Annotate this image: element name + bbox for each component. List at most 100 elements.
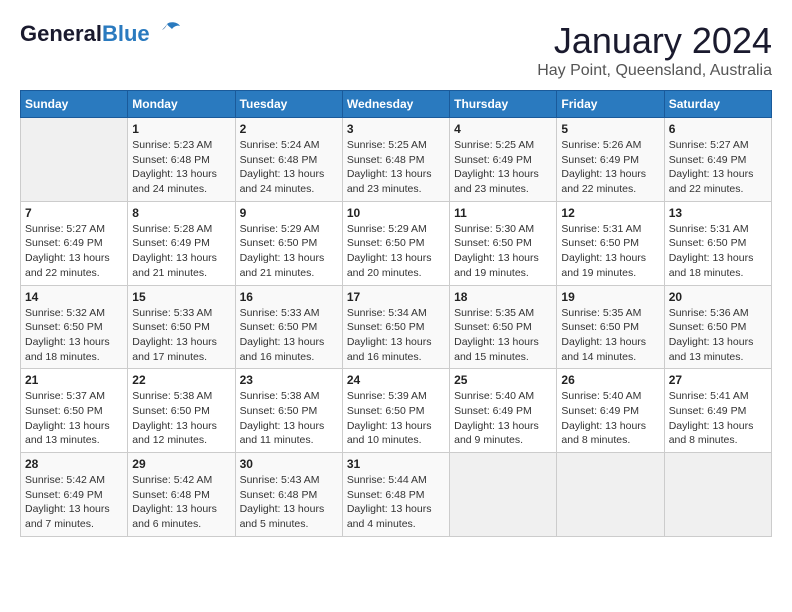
day-info: Sunrise: 5:38 AM Sunset: 6:50 PM Dayligh… bbox=[132, 389, 230, 448]
day-info: Sunrise: 5:38 AM Sunset: 6:50 PM Dayligh… bbox=[240, 389, 338, 448]
table-cell: 25 Sunrise: 5:40 AM Sunset: 6:49 PM Dayli… bbox=[450, 369, 557, 453]
col-saturday: Saturday bbox=[664, 91, 771, 118]
table-cell: 14 Sunrise: 5:32 AM Sunset: 6:50 PM Dayli… bbox=[21, 285, 128, 369]
day-info: Sunrise: 5:33 AM Sunset: 6:50 PM Dayligh… bbox=[132, 306, 230, 365]
day-info: Sunrise: 5:26 AM Sunset: 6:49 PM Dayligh… bbox=[561, 138, 659, 197]
day-info: Sunrise: 5:40 AM Sunset: 6:49 PM Dayligh… bbox=[454, 389, 552, 448]
day-info: Sunrise: 5:34 AM Sunset: 6:50 PM Dayligh… bbox=[347, 306, 445, 365]
table-cell: 1Sunrise: 5:23 AM Sunset: 6:48 PM Daylig… bbox=[128, 118, 235, 202]
day-number: 25 bbox=[454, 373, 552, 387]
table-cell: 26 Sunrise: 5:40 AM Sunset: 6:49 PM Dayli… bbox=[557, 369, 664, 453]
logo-bird-icon bbox=[152, 20, 182, 48]
day-number: 13 bbox=[669, 206, 767, 220]
col-tuesday: Tuesday bbox=[235, 91, 342, 118]
day-number: 4 bbox=[454, 122, 552, 136]
day-number: 27 bbox=[669, 373, 767, 387]
table-cell: 21Sunrise: 5:37 AM Sunset: 6:50 PM Dayli… bbox=[21, 369, 128, 453]
table-cell: 27 Sunrise: 5:41 AM Sunset: 6:49 PM Dayli… bbox=[664, 369, 771, 453]
day-number: 2 bbox=[240, 122, 338, 136]
table-cell: 7Sunrise: 5:27 AM Sunset: 6:49 PM Daylig… bbox=[21, 201, 128, 285]
table-cell bbox=[450, 453, 557, 537]
table-cell: 4 Sunrise: 5:25 AM Sunset: 6:49 PM Daylig… bbox=[450, 118, 557, 202]
day-info: Sunrise: 5:41 AM Sunset: 6:49 PM Dayligh… bbox=[669, 389, 767, 448]
day-info: Sunrise: 5:35 AM Sunset: 6:50 PM Dayligh… bbox=[454, 306, 552, 365]
day-info: Sunrise: 5:37 AM Sunset: 6:50 PM Dayligh… bbox=[25, 389, 123, 448]
logo: GeneralBlue bbox=[20, 20, 182, 48]
table-cell: 23 Sunrise: 5:38 AM Sunset: 6:50 PM Dayli… bbox=[235, 369, 342, 453]
day-number: 11 bbox=[454, 206, 552, 220]
table-cell: 3 Sunrise: 5:25 AM Sunset: 6:48 PM Daylig… bbox=[342, 118, 449, 202]
calendar-subtitle: Hay Point, Queensland, Australia bbox=[537, 62, 772, 80]
table-cell: 5 Sunrise: 5:26 AM Sunset: 6:49 PM Daylig… bbox=[557, 118, 664, 202]
logo-general: General bbox=[20, 21, 102, 46]
day-number: 1 bbox=[132, 122, 230, 136]
table-cell: 11Sunrise: 5:30 AM Sunset: 6:50 PM Dayli… bbox=[450, 201, 557, 285]
calendar-week-2: 7Sunrise: 5:27 AM Sunset: 6:49 PM Daylig… bbox=[21, 201, 772, 285]
logo-text: GeneralBlue bbox=[20, 21, 150, 47]
day-info: Sunrise: 5:28 AM Sunset: 6:49 PM Dayligh… bbox=[132, 222, 230, 281]
day-info: Sunrise: 5:25 AM Sunset: 6:49 PM Dayligh… bbox=[454, 138, 552, 197]
table-cell: 9Sunrise: 5:29 AM Sunset: 6:50 PM Daylig… bbox=[235, 201, 342, 285]
day-number: 18 bbox=[454, 290, 552, 304]
table-cell: 13 Sunrise: 5:31 AM Sunset: 6:50 PM Dayli… bbox=[664, 201, 771, 285]
table-cell: 29Sunrise: 5:42 AM Sunset: 6:48 PM Dayli… bbox=[128, 453, 235, 537]
day-number: 24 bbox=[347, 373, 445, 387]
table-cell: 17 Sunrise: 5:34 AM Sunset: 6:50 PM Dayli… bbox=[342, 285, 449, 369]
day-number: 17 bbox=[347, 290, 445, 304]
day-info: Sunrise: 5:35 AM Sunset: 6:50 PM Dayligh… bbox=[561, 306, 659, 365]
day-number: 12 bbox=[561, 206, 659, 220]
table-cell: 24Sunrise: 5:39 AM Sunset: 6:50 PM Dayli… bbox=[342, 369, 449, 453]
day-number: 8 bbox=[132, 206, 230, 220]
calendar-table: Sunday Monday Tuesday Wednesday Thursday… bbox=[20, 90, 772, 537]
day-number: 28 bbox=[25, 457, 123, 471]
day-number: 22 bbox=[132, 373, 230, 387]
day-number: 15 bbox=[132, 290, 230, 304]
title-section: January 2024 Hay Point, Queensland, Aust… bbox=[537, 20, 772, 80]
table-cell: 31Sunrise: 5:44 AM Sunset: 6:48 PM Dayli… bbox=[342, 453, 449, 537]
day-info: Sunrise: 5:27 AM Sunset: 6:49 PM Dayligh… bbox=[25, 222, 123, 281]
day-number: 19 bbox=[561, 290, 659, 304]
calendar-week-4: 21Sunrise: 5:37 AM Sunset: 6:50 PM Dayli… bbox=[21, 369, 772, 453]
col-thursday: Thursday bbox=[450, 91, 557, 118]
calendar-header-row: Sunday Monday Tuesday Wednesday Thursday… bbox=[21, 91, 772, 118]
table-cell bbox=[21, 118, 128, 202]
calendar-week-3: 14 Sunrise: 5:32 AM Sunset: 6:50 PM Dayli… bbox=[21, 285, 772, 369]
day-info: Sunrise: 5:24 AM Sunset: 6:48 PM Dayligh… bbox=[240, 138, 338, 197]
day-info: Sunrise: 5:25 AM Sunset: 6:48 PM Dayligh… bbox=[347, 138, 445, 197]
day-info: Sunrise: 5:36 AM Sunset: 6:50 PM Dayligh… bbox=[669, 306, 767, 365]
day-number: 20 bbox=[669, 290, 767, 304]
table-cell: 30Sunrise: 5:43 AM Sunset: 6:48 PM Dayli… bbox=[235, 453, 342, 537]
day-info: Sunrise: 5:33 AM Sunset: 6:50 PM Dayligh… bbox=[240, 306, 338, 365]
day-info: Sunrise: 5:32 AM Sunset: 6:50 PM Dayligh… bbox=[25, 306, 123, 365]
day-number: 6 bbox=[669, 122, 767, 136]
day-number: 9 bbox=[240, 206, 338, 220]
day-info: Sunrise: 5:42 AM Sunset: 6:49 PM Dayligh… bbox=[25, 473, 123, 532]
day-number: 16 bbox=[240, 290, 338, 304]
col-friday: Friday bbox=[557, 91, 664, 118]
table-cell bbox=[557, 453, 664, 537]
calendar-title: January 2024 bbox=[537, 20, 772, 62]
logo-blue: Blue bbox=[102, 21, 150, 46]
table-cell: 15 Sunrise: 5:33 AM Sunset: 6:50 PM Dayli… bbox=[128, 285, 235, 369]
day-number: 23 bbox=[240, 373, 338, 387]
day-number: 30 bbox=[240, 457, 338, 471]
col-wednesday: Wednesday bbox=[342, 91, 449, 118]
day-info: Sunrise: 5:40 AM Sunset: 6:49 PM Dayligh… bbox=[561, 389, 659, 448]
table-cell bbox=[664, 453, 771, 537]
day-number: 14 bbox=[25, 290, 123, 304]
day-number: 31 bbox=[347, 457, 445, 471]
day-number: 3 bbox=[347, 122, 445, 136]
day-info: Sunrise: 5:31 AM Sunset: 6:50 PM Dayligh… bbox=[669, 222, 767, 281]
calendar-week-1: 1Sunrise: 5:23 AM Sunset: 6:48 PM Daylig… bbox=[21, 118, 772, 202]
table-cell: 18 Sunrise: 5:35 AM Sunset: 6:50 PM Dayli… bbox=[450, 285, 557, 369]
table-cell: 19 Sunrise: 5:35 AM Sunset: 6:50 PM Dayli… bbox=[557, 285, 664, 369]
day-number: 26 bbox=[561, 373, 659, 387]
day-number: 10 bbox=[347, 206, 445, 220]
table-cell: 28 Sunrise: 5:42 AM Sunset: 6:49 PM Dayli… bbox=[21, 453, 128, 537]
day-info: Sunrise: 5:42 AM Sunset: 6:48 PM Dayligh… bbox=[132, 473, 230, 532]
table-cell: 10 Sunrise: 5:29 AM Sunset: 6:50 PM Dayli… bbox=[342, 201, 449, 285]
day-info: Sunrise: 5:31 AM Sunset: 6:50 PM Dayligh… bbox=[561, 222, 659, 281]
day-number: 5 bbox=[561, 122, 659, 136]
day-info: Sunrise: 5:29 AM Sunset: 6:50 PM Dayligh… bbox=[347, 222, 445, 281]
day-info: Sunrise: 5:27 AM Sunset: 6:49 PM Dayligh… bbox=[669, 138, 767, 197]
